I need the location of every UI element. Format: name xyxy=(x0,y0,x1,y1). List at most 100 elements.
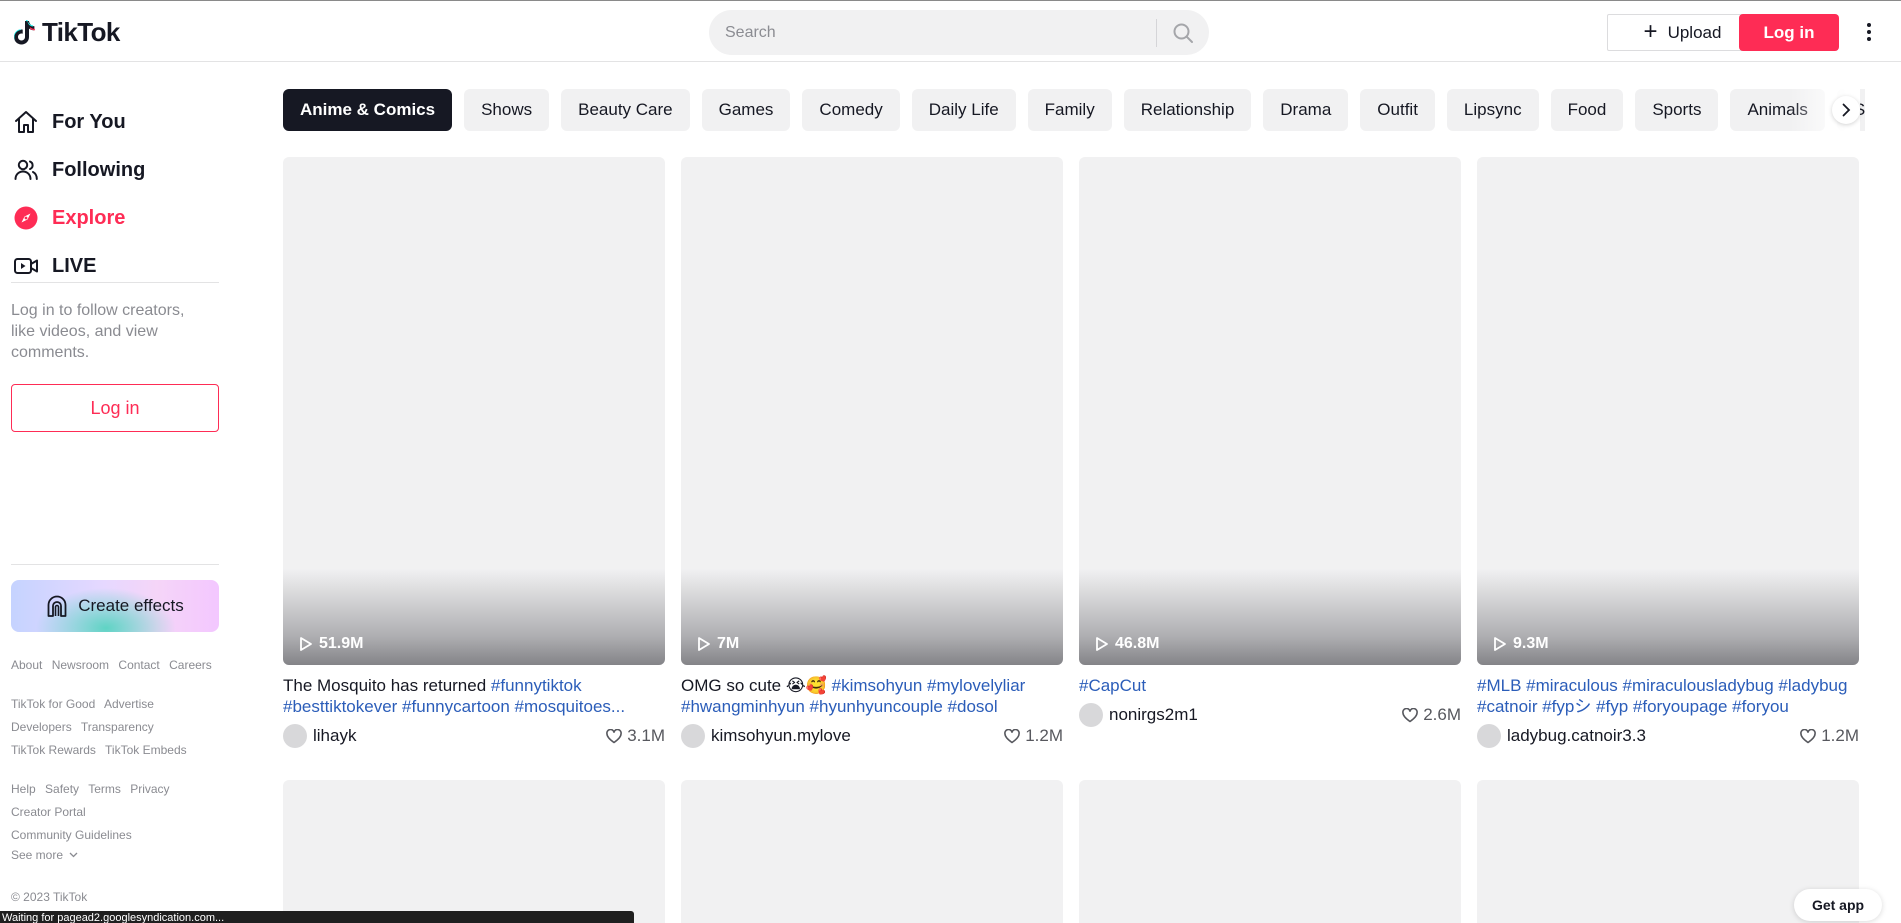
video-thumbnail[interactable]: 46.8M xyxy=(1079,157,1461,665)
nav-label: For You xyxy=(52,110,126,133)
logo-text: TikTok xyxy=(42,17,120,47)
video-thumbnail[interactable]: 7M xyxy=(681,157,1063,665)
like-count-value: 2.6M xyxy=(1423,705,1461,724)
author-row: kimsohyun.mylove 1.2M xyxy=(681,724,1063,748)
effect-house-icon xyxy=(47,595,67,617)
category-chip-drama[interactable]: Drama xyxy=(1263,89,1349,131)
like-count: 1.2M xyxy=(1004,726,1063,746)
nav-explore[interactable]: Explore xyxy=(12,200,125,236)
upload-button[interactable]: + Upload xyxy=(1607,14,1758,51)
view-count-value: 51.9M xyxy=(319,635,364,652)
see-more-label: See more xyxy=(11,848,64,862)
footer-links-group-1: About Newsroom Contact Careers xyxy=(11,654,226,677)
browser-status-bar: Waiting for pagead2.googlesyndication.co… xyxy=(0,911,634,923)
footer-link[interactable]: Help xyxy=(11,782,36,796)
chevron-right-icon xyxy=(1842,103,1851,117)
tiktok-note-icon xyxy=(14,19,35,44)
video-thumbnail[interactable] xyxy=(1079,780,1461,923)
video-thumbnail[interactable] xyxy=(681,780,1063,923)
avatar xyxy=(1477,724,1501,748)
sidebar: For You Following Explore LIVE Log in to… xyxy=(0,62,235,923)
category-chip-shows[interactable]: Shows xyxy=(464,89,550,131)
author-link[interactable]: nonirgs2m1 xyxy=(1079,703,1198,727)
footer-link[interactable]: About xyxy=(11,658,42,672)
create-effects-button[interactable]: Create effects xyxy=(11,580,219,632)
avatar xyxy=(1079,703,1103,727)
get-app-button[interactable]: Get app xyxy=(1794,889,1882,921)
category-chip-outfit[interactable]: Outfit xyxy=(1360,89,1435,131)
caption-text: The Mosquito has returned xyxy=(283,676,491,695)
header-login-button[interactable]: Log in xyxy=(1739,14,1839,51)
author-row: ladybug.catnoir3.3 1.2M xyxy=(1477,724,1859,748)
video-caption: #MLB #miraculous #miraculousladybug #lad… xyxy=(1477,675,1859,717)
video-thumbnail[interactable]: 9.3M xyxy=(1477,157,1859,665)
category-chip-lipsync[interactable]: Lipsync xyxy=(1446,89,1539,131)
footer-link[interactable]: Privacy xyxy=(130,782,169,796)
footer-link[interactable]: Terms xyxy=(88,782,121,796)
footer-link[interactable]: TikTok Embeds xyxy=(105,743,187,757)
footer-links-group-2: TikTok for Good Advertise Developers Tra… xyxy=(11,693,226,762)
footer-link[interactable]: Developers xyxy=(11,720,72,734)
avatar xyxy=(283,724,307,748)
category-chip-comedy[interactable]: Comedy xyxy=(802,89,900,131)
author-link[interactable]: ladybug.catnoir3.3 xyxy=(1477,724,1646,748)
category-scroll-right-button[interactable] xyxy=(1832,96,1860,124)
view-count-value: 46.8M xyxy=(1115,635,1160,652)
footer-link[interactable]: Contact xyxy=(118,658,159,672)
view-count: 46.8M xyxy=(1095,635,1159,653)
author-link[interactable]: lihayk xyxy=(283,724,356,748)
category-chip-games[interactable]: Games xyxy=(701,89,791,131)
heart-icon xyxy=(606,728,623,743)
footer-link[interactable]: Community Guidelines xyxy=(11,828,132,842)
author-link[interactable]: kimsohyun.mylove xyxy=(681,724,851,748)
author-name: kimsohyun.mylove xyxy=(711,726,851,745)
nav-following[interactable]: Following xyxy=(12,152,145,188)
video-caption: The Mosquito has returned #funnytiktok #… xyxy=(283,675,665,717)
footer-link[interactable]: Safety xyxy=(45,782,79,796)
search-icon xyxy=(1173,23,1193,43)
footer-link[interactable]: Advertise xyxy=(104,697,154,711)
play-icon xyxy=(698,637,710,651)
nav-for-you[interactable]: For You xyxy=(12,104,126,140)
heart-icon xyxy=(1004,728,1021,743)
video-thumbnail[interactable] xyxy=(283,780,665,923)
category-bar: Anime & Comics Shows Beauty Care Games C… xyxy=(283,89,1865,131)
view-count: 9.3M xyxy=(1493,635,1549,653)
video-caption: OMG so cute 😭🥰 #kimsohyun #mylovelyliar … xyxy=(681,675,1063,717)
caption-hashtags[interactable]: #MLB #miraculous #miraculousladybug #lad… xyxy=(1477,676,1847,716)
footer-link[interactable]: TikTok Rewards xyxy=(11,743,96,757)
footer-link[interactable]: Careers xyxy=(169,658,212,672)
compass-icon xyxy=(12,204,40,232)
nav-label: LIVE xyxy=(52,254,97,277)
caption-hashtags[interactable]: #CapCut xyxy=(1079,676,1146,695)
category-chip-relationship[interactable]: Relationship xyxy=(1123,89,1252,131)
see-more-link[interactable]: See more xyxy=(11,848,78,862)
category-chip-sports[interactable]: Sports xyxy=(1635,89,1719,131)
sidebar-divider xyxy=(11,282,219,283)
author-row: nonirgs2m1 2.6M xyxy=(1079,703,1461,727)
category-chip-food[interactable]: Food xyxy=(1550,89,1624,131)
tiktok-logo[interactable]: TikTok xyxy=(12,17,120,48)
video-thumbnail[interactable]: 51.9M xyxy=(283,157,665,665)
home-icon xyxy=(12,108,40,136)
footer-link[interactable]: Transparency xyxy=(81,720,154,734)
category-chip-beauty-care[interactable]: Beauty Care xyxy=(561,89,690,131)
more-menu-icon[interactable] xyxy=(1860,19,1878,45)
footer-link[interactable]: Creator Portal xyxy=(11,805,86,819)
play-icon xyxy=(300,637,312,651)
footer-link[interactable]: TikTok for Good xyxy=(11,697,95,711)
footer-link[interactable]: Newsroom xyxy=(52,658,109,672)
nav-live[interactable]: LIVE xyxy=(12,248,96,284)
upload-label: Upload xyxy=(1667,22,1722,42)
search-input[interactable] xyxy=(709,10,1156,55)
top-header: TikTok + Upload Log in xyxy=(0,0,1901,62)
category-chip-anime-comics[interactable]: Anime & Comics xyxy=(283,89,453,131)
nav-label: Following xyxy=(52,158,146,181)
category-chip-daily-life[interactable]: Daily Life xyxy=(911,89,1016,131)
view-count: 51.9M xyxy=(299,635,363,653)
search-button[interactable] xyxy=(1157,10,1209,55)
copyright: © 2023 TikTok xyxy=(11,890,88,904)
sidebar-login-button[interactable]: Log in xyxy=(11,384,219,432)
sidebar-divider xyxy=(11,564,219,565)
category-chip-family[interactable]: Family xyxy=(1027,89,1112,131)
